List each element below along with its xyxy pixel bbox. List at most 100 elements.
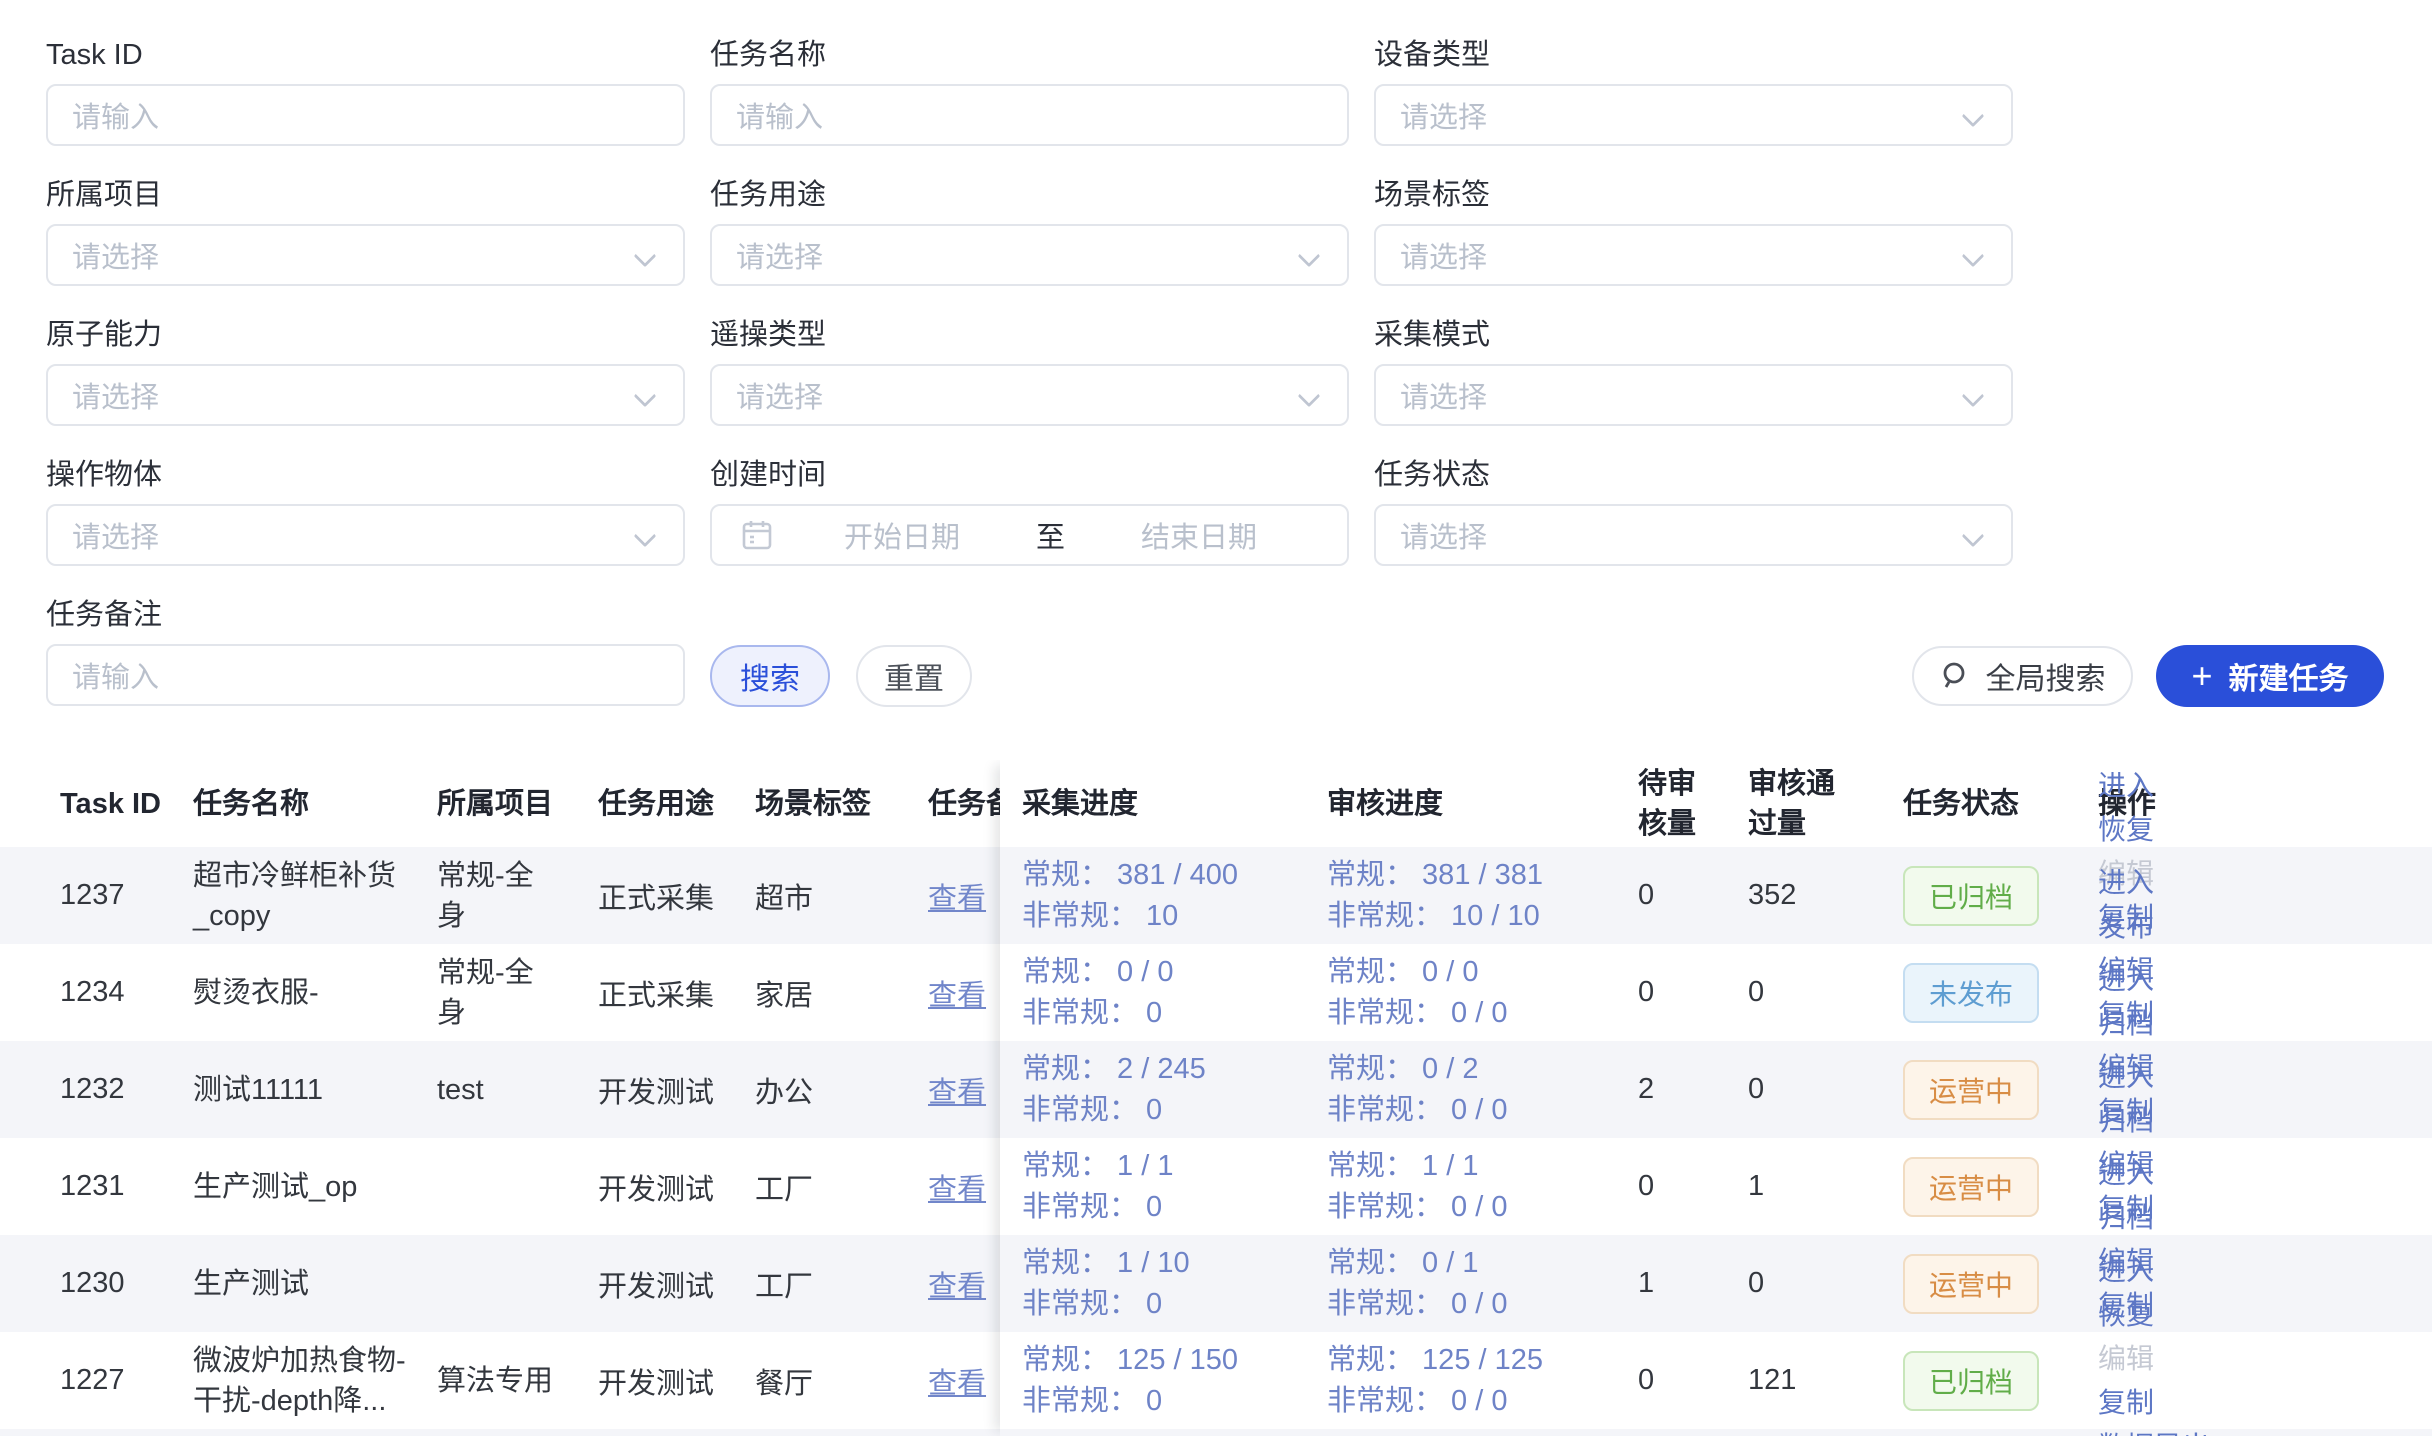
cell-project [437,1138,589,1235]
select-placeholder: 请选择 [72,234,159,276]
column-header: 任务用途 [598,760,748,847]
action-restore-link[interactable]: 恢复 [2098,808,2154,852]
input-placeholder: 请输入 [736,94,823,136]
cell-purpose: 开发测试 [598,1041,748,1138]
action-data-export-link[interactable]: 数据导出 [2098,1425,2210,1436]
action-enter-link[interactable]: 进入 [2098,764,2154,808]
cell-review-progress: 常规： 0 / 2 非常规： 0 / 0 [1327,1041,1627,1138]
action-archive-link[interactable]: 归档 [2098,1002,2154,1046]
column-header: 任务状态 [1903,760,2091,847]
collect-mode-select[interactable]: 请选择 [1374,364,2013,426]
action-enter-link[interactable]: 进入 [2098,1152,2154,1196]
input-placeholder: 请输入 [72,94,159,136]
cell-task-id: 1227 [60,1332,185,1429]
column-header: 审核通过量 [1748,760,1842,847]
cell-review-progress: 常规： 0 / 0 非常规： 0 / 0 [1327,944,1627,1041]
cell-remark: 查看 [928,944,1000,1041]
scene-tag-select[interactable]: 请选择 [1374,224,2013,286]
reset-button[interactable]: 重置 [856,645,972,707]
cell-task-id: 1237 [60,847,185,944]
action-copy-link[interactable]: 复制 [2098,1381,2178,1425]
column-header: 审核进度 [1327,760,1627,847]
remark-view-link[interactable]: 查看 [928,1166,986,1208]
table-row-fixed: 常规： 0 / 0 非常规： 0常规： 0 / 0 非常规： 0 / 000未发… [1000,944,2432,1041]
cell-collect-progress: 常规： 381 / 400 非常规： 10 [1022,847,1320,944]
filter-field-task-purpose: 任务用途 请选择 [710,180,1349,286]
input-placeholder: 请输入 [72,654,159,696]
action-line: 数据导出删除 [2098,1425,2234,1436]
cell-pending-count: 0 [1638,1332,1733,1429]
cell-task-id: 1230 [60,1235,185,1332]
filter-field-label: 场景标签 [1374,180,2013,210]
status-badge: 已归档 [1903,1351,2039,1411]
create-time-daterange[interactable]: 开始日期 至 结束日期 [710,504,1349,566]
cell-approved-count: 0 [1748,1041,1888,1138]
remark-view-link[interactable]: 查看 [928,1069,986,1111]
cell-review-progress: 常规： 381 / 381 非常规： 10 / 10 [1327,847,1627,944]
table-row: 1234熨烫衣服-常规-全 身正式采集家居查看 [0,944,1000,1041]
action-enter-link[interactable]: 进入 [2098,861,2154,905]
cell-task-name: 生产测试 [193,1235,431,1332]
cell-task-name: 微波炉加热食物- 干扰-depth降... [193,1332,431,1429]
remark-view-link[interactable]: 查看 [928,875,986,917]
operate-object-select[interactable]: 请选择 [46,504,685,566]
table-row-fixed: 常规： 2 / 245 非常规： 0常规： 0 / 2 非常规： 0 / 020… [1000,1041,2432,1138]
device-type-select[interactable]: 请选择 [1374,84,2013,146]
end-date-placeholder: 结束日期 [1071,514,1327,556]
chevron-down-icon [1298,245,1321,268]
action-archive-link[interactable]: 归档 [2098,1196,2154,1240]
chevron-down-icon [634,385,657,408]
project-select[interactable]: 请选择 [46,224,685,286]
filter-field-device-type: 设备类型 请选择 [1374,40,2013,146]
cell-project [437,1235,589,1332]
cell-purpose: 开发测试 [598,1138,748,1235]
action-enter-link[interactable]: 进入 [2098,958,2154,1002]
cell-remark: 查看 [928,1041,1000,1138]
create-task-button[interactable]: + 新建任务 [2156,645,2384,707]
column-header: 采集进度 [1022,760,1320,847]
filter-form: Task ID 请输入 任务名称 请输入 设备类型 请选择 所属项目 请选择 任… [46,40,2013,706]
cell-remark: 查看 [928,1235,1000,1332]
cell-collect-progress: 常规： 125 / 150 非常规： 0 [1022,1332,1320,1429]
cell-purpose: 开发测试 [598,1235,748,1332]
action-restore-link[interactable]: 恢复 [2098,1293,2154,1337]
cell-collect-progress: 常规： 1 / 10 非常规： 0 [1022,1235,1320,1332]
cell-task-id: 1232 [60,1041,185,1138]
action-enter-link[interactable]: 进入 [2098,1249,2154,1293]
action-archive-link[interactable]: 归档 [2098,1099,2154,1143]
cell-review-progress: 常规： 0 / 1 非常规： 0 / 0 [1327,1235,1627,1332]
chevron-down-icon [1962,105,1985,128]
filter-field-label: 任务用途 [710,180,1349,210]
task-remark-input[interactable]: 请输入 [46,644,685,706]
global-search-button[interactable]: 全局搜索 [1912,646,2133,706]
action-edit-link: 编辑 [2098,1337,2154,1381]
cell-status: 运营中 [1903,1041,2091,1138]
search-button[interactable]: 搜索 [710,645,830,707]
status-badge: 已归档 [1903,866,2039,926]
select-placeholder: 请选择 [736,374,823,416]
next-row-sliver [0,1429,1000,1436]
cell-project: 常规-全 身 [437,944,589,1041]
filter-field-scene-tag: 场景标签 请选择 [1374,180,2013,286]
task-status-select[interactable]: 请选择 [1374,504,2013,566]
action-publish-link[interactable]: 发布 [2098,905,2154,949]
cell-project: 常规-全 身 [437,847,589,944]
cell-pending-count: 0 [1638,847,1733,944]
task-id-input[interactable]: 请输入 [46,84,685,146]
teleop-type-select[interactable]: 请选择 [710,364,1349,426]
action-enter-link[interactable]: 进入 [2098,1055,2154,1099]
table-header-right: 采集进度审核进度待审核量审核通过量任务状态操作 [1000,760,2432,847]
task-purpose-select[interactable]: 请选择 [710,224,1349,286]
cell-status: 已归档 [1903,1332,2091,1429]
remark-view-link[interactable]: 查看 [928,972,986,1014]
column-header: 待审核量 [1638,760,1702,847]
cell-status: 运营中 [1903,1138,2091,1235]
task-name-input[interactable]: 请输入 [710,84,1349,146]
chevron-down-icon [634,245,657,268]
filter-field-task-name: 任务名称 请输入 [710,40,1349,146]
atomic-ability-select[interactable]: 请选择 [46,364,685,426]
cell-collect-progress: 常规： 1 / 1 非常规： 0 [1022,1138,1320,1235]
remark-view-link[interactable]: 查看 [928,1263,986,1305]
remark-view-link[interactable]: 查看 [928,1360,986,1402]
chevron-down-icon [634,525,657,548]
